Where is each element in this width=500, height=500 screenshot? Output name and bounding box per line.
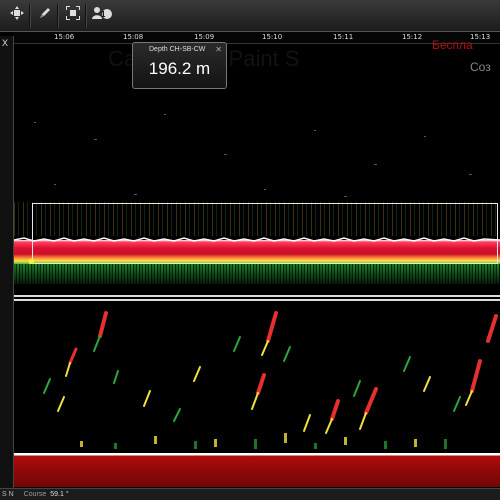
range-divider-line (14, 295, 500, 297)
latitude-suffix: S N (2, 491, 14, 498)
user-info-badge: 1 (101, 10, 106, 19)
edit-tool-button[interactable] (32, 3, 58, 28)
echogram-lower-panel[interactable] (14, 299, 500, 487)
course-label: Course (23, 491, 47, 498)
depth-readout-title: Depth CH-SB-CW (149, 46, 206, 53)
watermark-ad-red: Беспла (432, 38, 473, 52)
status-bar: S N Course 59.1 ° (0, 488, 500, 500)
zoom-fit-button[interactable] (60, 3, 86, 28)
time-tick: 15:11 (333, 33, 354, 41)
time-tick: 15:06 (54, 33, 75, 41)
selection-handle[interactable] (29, 259, 34, 264)
course-value: 59.1 ° (50, 491, 69, 498)
time-tick: 15:10 (262, 33, 283, 41)
time-tick: 15:13 (470, 33, 491, 41)
echogram-upper-panel[interactable] (14, 44, 500, 299)
pen-edit-icon (38, 6, 52, 25)
time-tick: 15:12 (402, 33, 423, 41)
bottom-echo-band (14, 453, 500, 487)
close-icon[interactable]: ✕ (215, 45, 222, 54)
time-tick: 15:09 (194, 33, 215, 41)
time-tick: 15:08 (123, 33, 144, 41)
fish-echo-traces (43, 311, 498, 449)
left-side-panel: X (0, 36, 14, 488)
move-tool-button[interactable] (4, 3, 30, 28)
crosshair-move-icon (9, 6, 24, 25)
close-panel-icon[interactable]: X (2, 38, 8, 48)
depth-readout-callout[interactable]: Depth CH-SB-CW ✕ 196.2 m (132, 42, 227, 89)
zoom-fit-icon (65, 6, 80, 25)
selection-rectangle[interactable] (32, 203, 498, 264)
depth-value: 196.2 m (148, 59, 211, 78)
toolbar: 1 (0, 0, 500, 32)
user-info-button[interactable]: 1 (88, 4, 118, 28)
bottom-vegetation-echo (14, 264, 500, 284)
time-axis: 15:06 15:08 15:09 15:10 15:11 15:12 15:1… (14, 32, 500, 44)
watermark-ad-gray: Соз (470, 60, 491, 74)
